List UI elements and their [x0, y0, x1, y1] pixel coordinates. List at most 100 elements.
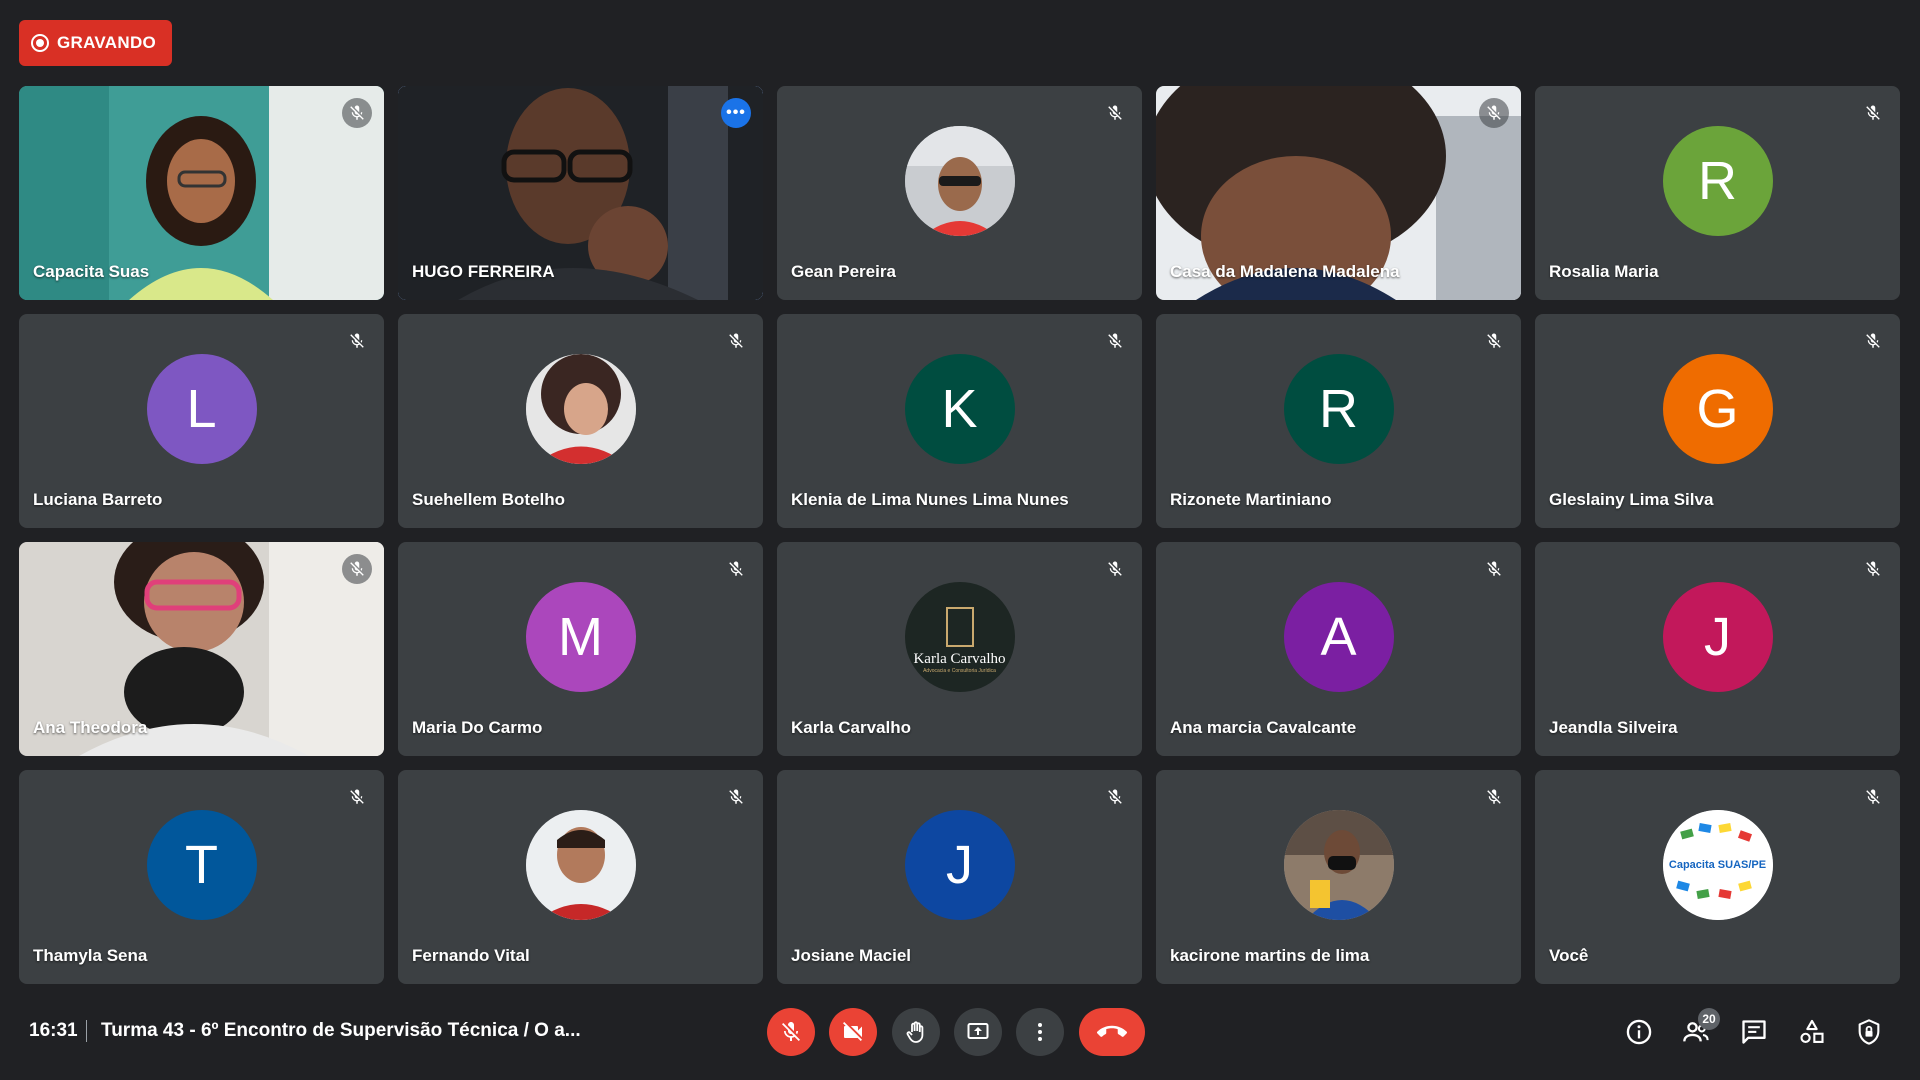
- mic-off-icon: [1100, 782, 1130, 812]
- participant-tile-self[interactable]: Capacita SUAS/PE Você: [1535, 770, 1900, 984]
- activities-button[interactable]: [1790, 1010, 1834, 1054]
- mic-off-icon: [1479, 326, 1509, 356]
- participant-tile[interactable]: A Ana marcia Cavalcante: [1156, 542, 1521, 756]
- more-options-icon[interactable]: •••: [721, 98, 751, 128]
- avatar-logo: Capacita SUAS/PE: [1662, 810, 1773, 920]
- leave-call-button[interactable]: [1079, 1008, 1145, 1056]
- raise-hand-button[interactable]: [892, 1008, 940, 1056]
- record-icon: [31, 34, 49, 52]
- mic-off-icon: [342, 98, 372, 128]
- activities-icon: [1800, 1019, 1824, 1043]
- camera-off-icon: [843, 1022, 862, 1041]
- participant-name: Rizonete Martiniano: [1170, 490, 1332, 509]
- divider: [86, 1020, 87, 1042]
- participant-tile[interactable]: G Gleslainy Lima Silva: [1535, 314, 1900, 528]
- people-button[interactable]: 20: [1674, 1008, 1720, 1054]
- participant-tile[interactable]: T Thamyla Sena: [19, 770, 384, 984]
- avatar-initial: L: [186, 379, 217, 439]
- avatar: G: [1662, 354, 1773, 464]
- participant-tile[interactable]: Casa da Madalena Madalena: [1156, 86, 1521, 300]
- participant-tile[interactable]: R Rosalia Maria: [1535, 86, 1900, 300]
- logo-subtext: Advocacia e Consultoria Jurídica: [923, 667, 996, 674]
- participant-name: Luciana Barreto: [33, 490, 163, 509]
- avatar: J: [1662, 582, 1773, 692]
- meeting-title[interactable]: Turma 43 - 6º Encontro de Supervisão Téc…: [101, 1020, 581, 1042]
- logo-mark-icon: [945, 606, 974, 647]
- avatar: J: [904, 810, 1015, 920]
- mic-off-icon: [721, 554, 751, 584]
- participant-tile[interactable]: Karla Carvalho Advocacia e Consultoria J…: [777, 542, 1142, 756]
- avatar-initial: R: [1319, 379, 1358, 439]
- mic-off-icon: [1479, 554, 1509, 584]
- hand-icon: [906, 1021, 924, 1043]
- avatar: L: [146, 354, 257, 464]
- participant-tile[interactable]: kacirone martins de lima: [1156, 770, 1521, 984]
- avatar-logo: Karla Carvalho Advocacia e Consultoria J…: [904, 582, 1015, 692]
- participant-tile[interactable]: L Luciana Barreto: [19, 314, 384, 528]
- participant-name: Ana Theodora: [33, 718, 148, 737]
- participant-tile[interactable]: M Maria Do Carmo: [398, 542, 763, 756]
- participant-tile[interactable]: Gean Pereira: [777, 86, 1142, 300]
- mic-off-icon: [1479, 98, 1509, 128]
- meeting-clock: 16:31: [29, 1020, 78, 1041]
- participant-tile[interactable]: Ana Theodora: [19, 542, 384, 756]
- participant-name: Gleslainy Lima Silva: [1549, 490, 1714, 509]
- info-icon: [1626, 1019, 1652, 1045]
- participant-name: Casa da Madalena Madalena: [1170, 262, 1400, 281]
- avatar-initial: K: [941, 379, 978, 439]
- participant-name: Fernando Vital: [412, 946, 530, 965]
- participant-tile[interactable]: J Josiane Maciel: [777, 770, 1142, 984]
- participant-name: Josiane Maciel: [791, 946, 912, 965]
- avatar-initial: A: [1320, 607, 1357, 667]
- logo-text: Karla Carvalho: [913, 650, 1006, 667]
- avatar: R: [1283, 354, 1394, 464]
- participant-tile[interactable]: Fernando Vital: [398, 770, 763, 984]
- host-controls-button[interactable]: [1847, 1010, 1891, 1054]
- participant-tile-active-speaker[interactable]: ••• HUGO FERREIRA: [398, 86, 763, 300]
- mic-off-icon: [1100, 554, 1130, 584]
- participant-name: Gean Pereira: [791, 262, 896, 281]
- mic-off-icon: [721, 782, 751, 812]
- participant-name: Suehellem Botelho: [412, 490, 566, 509]
- avatar-initial: T: [185, 835, 218, 895]
- participant-tile[interactable]: J Jeandla Silveira: [1535, 542, 1900, 756]
- avatar: K: [904, 354, 1015, 464]
- chat-button[interactable]: [1732, 1010, 1776, 1054]
- mic-off-icon: [782, 1022, 800, 1041]
- mic-off-icon: [1100, 326, 1130, 356]
- participant-name: Você: [1549, 946, 1589, 965]
- avatar: A: [1283, 582, 1394, 692]
- logo-text: Capacita SUAS/PE: [1668, 859, 1767, 871]
- participant-name: Karla Carvalho: [791, 718, 911, 737]
- participant-name: Capacita Suas: [33, 262, 150, 281]
- participant-tile[interactable]: Capacita Suas: [19, 86, 384, 300]
- avatar-initial: J: [946, 835, 973, 895]
- mic-toggle-button[interactable]: [767, 1008, 815, 1056]
- participant-name: Thamyla Sena: [33, 946, 148, 965]
- more-options-button[interactable]: [1016, 1008, 1064, 1056]
- mic-off-icon: [342, 554, 372, 584]
- camera-toggle-button[interactable]: [829, 1008, 877, 1056]
- avatar: M: [525, 582, 636, 692]
- participant-tile[interactable]: K Klenia de Lima Nunes Lima Nunes: [777, 314, 1142, 528]
- mic-off-icon: [1858, 326, 1888, 356]
- participant-tile[interactable]: R Rizonete Martiniano: [1156, 314, 1521, 528]
- shield-lock-icon: [1858, 1019, 1880, 1045]
- chat-icon: [1742, 1020, 1766, 1044]
- recording-indicator[interactable]: GRAVANDO: [19, 20, 173, 66]
- present-screen-button[interactable]: [954, 1008, 1002, 1056]
- mic-off-icon: [721, 326, 751, 356]
- mic-off-icon: [1858, 98, 1888, 128]
- avatar-initial: G: [1696, 379, 1739, 439]
- participant-grid: Capacita Suas ••• HUGO FERREIRA Gean Per…: [19, 86, 1900, 984]
- more-vertical-icon: [1038, 1023, 1042, 1041]
- avatar: R: [1662, 126, 1773, 236]
- mic-off-icon: [1100, 98, 1130, 128]
- meeting-details-button[interactable]: [1617, 1010, 1661, 1054]
- avatar-initial: M: [558, 607, 603, 667]
- participant-tile[interactable]: Suehellem Botelho: [398, 314, 763, 528]
- avatar: T: [146, 810, 257, 920]
- participant-name: Maria Do Carmo: [412, 718, 543, 737]
- avatar: [525, 354, 636, 464]
- mic-off-icon: [1479, 782, 1509, 812]
